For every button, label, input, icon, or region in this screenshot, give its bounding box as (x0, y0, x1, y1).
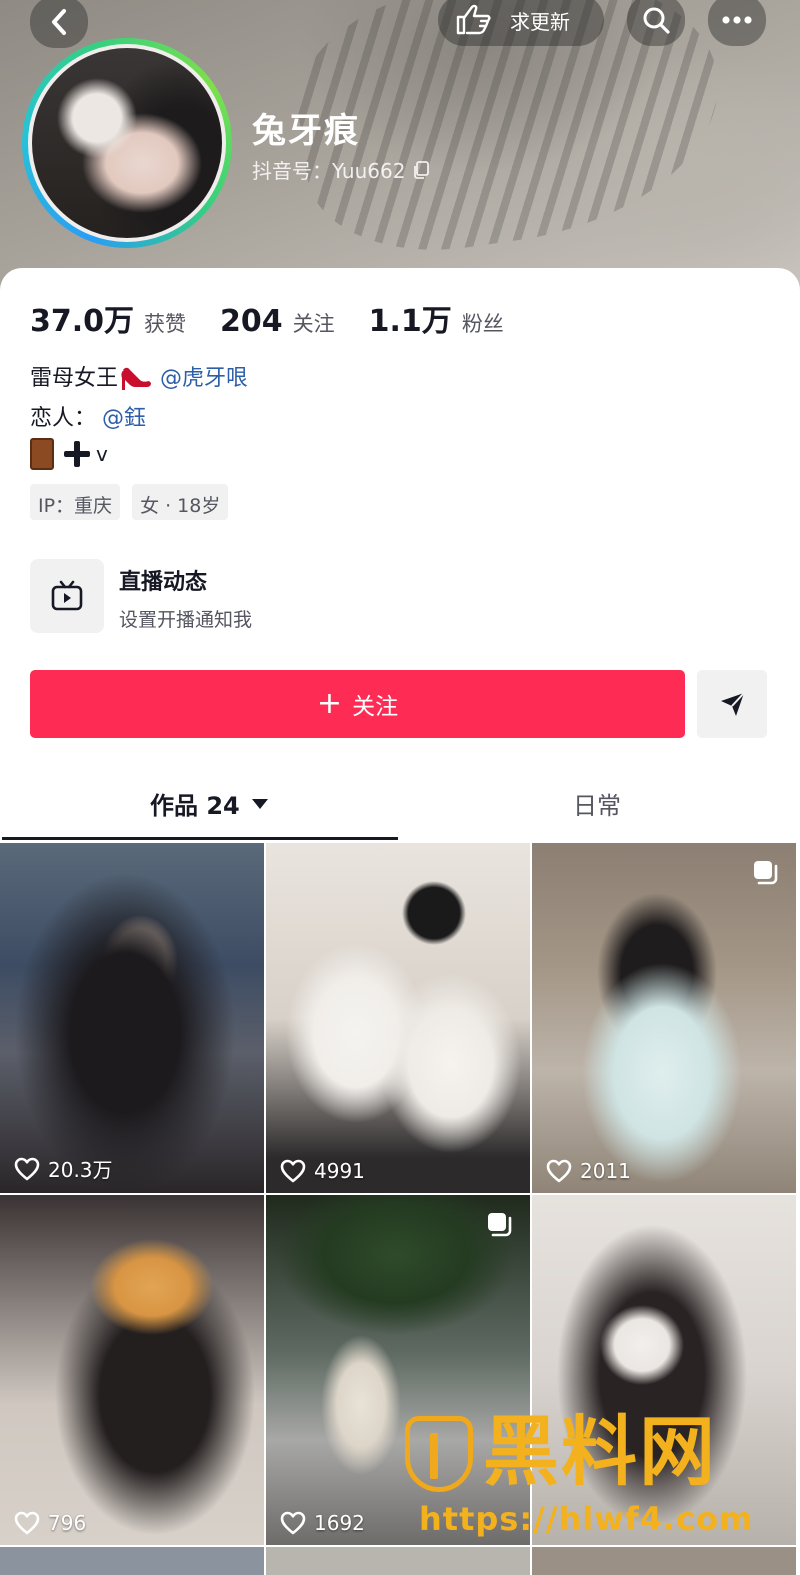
video-tile[interactable]: 2011 (532, 843, 796, 1193)
watermark-url: https://hlwf4.com (419, 1500, 754, 1538)
tab-active-indicator (2, 837, 398, 840)
bio-line-2-text: 恋人： (30, 406, 97, 431)
stat-following-value: 204 (220, 304, 283, 339)
profile-nickname: 兔牙痕 (252, 111, 360, 151)
bio-line-1-text: 雷母女王 (30, 366, 119, 391)
high-heel-icon (120, 362, 154, 390)
multi-image-icon (488, 1213, 512, 1237)
search-icon (643, 7, 670, 34)
video-likes: 1692 (280, 1511, 365, 1535)
gender-age-tag: 女 · 18岁 (132, 484, 229, 520)
watermark: 黑料网 https://hlwf4.com (405, 1408, 775, 1548)
avatar-image (28, 44, 226, 242)
stat-likes-label: 获赞 (144, 312, 187, 336)
video-likes-count: 4991 (314, 1159, 365, 1183)
bio-line-3: v (30, 438, 108, 470)
video-tile[interactable]: 796 (0, 1195, 264, 1545)
video-tile[interactable]: 20.3万 (0, 843, 264, 1193)
video-likes-count: 796 (48, 1511, 87, 1535)
more-button[interactable] (708, 0, 766, 46)
video-tile[interactable] (0, 1547, 264, 1575)
chevron-left-icon (52, 9, 66, 35)
bio-mention-link[interactable]: @虎牙哏 (160, 360, 248, 392)
plus-icon: + (316, 686, 343, 721)
follow-label: 关注 (352, 694, 399, 720)
bio-line-3-text: v (96, 442, 108, 466)
watermark-logo (405, 1416, 473, 1492)
stat-likes[interactable]: 37.0万 获赞 (30, 296, 186, 340)
video-likes-count: 2011 (580, 1159, 631, 1183)
stat-followers[interactable]: 1.1万 粉丝 (369, 296, 504, 340)
profile-stats: 37.0万 获赞 204 关注 1.1万 粉丝 (30, 296, 538, 340)
heart-icon (280, 1511, 306, 1535)
douyin-id: 抖音号：Yuu662 (252, 155, 431, 184)
stat-followers-value: 1.1万 (368, 304, 452, 339)
stat-following-label: 关注 (292, 312, 335, 336)
watermark-text: 黑料网 (483, 1407, 717, 1496)
stat-likes-value: 37.0万 (30, 304, 135, 339)
video-likes: 20.3万 (14, 1154, 113, 1183)
door-icon (30, 438, 54, 470)
video-tile[interactable] (532, 1547, 796, 1575)
follow-button[interactable]: + 关注 (30, 670, 685, 738)
bio-line-1: 雷母女王 @虎牙哏 (30, 360, 248, 392)
video-likes: 2011 (546, 1159, 631, 1183)
heart-icon (14, 1511, 40, 1535)
video-likes-count: 1692 (314, 1511, 365, 1535)
pointing-hand-icon (456, 4, 491, 35)
tab-works[interactable]: 作品 24 (150, 786, 268, 821)
send-icon (721, 692, 745, 716)
copy-icon[interactable] (411, 160, 431, 180)
stat-following[interactable]: 204 关注 (220, 304, 335, 339)
message-button[interactable] (697, 670, 767, 738)
bio-lover-mention-link[interactable]: @鈺 (102, 400, 146, 432)
heart-icon (546, 1159, 572, 1183)
content-tabs: 作品 24 日常 (0, 776, 800, 840)
tv-icon (51, 580, 83, 611)
bio-line-2: 恋人： @鈺 (30, 400, 146, 432)
heart-icon (14, 1157, 40, 1180)
more-dots-icon (722, 16, 752, 24)
video-likes: 4991 (280, 1159, 365, 1183)
profile-tags: IP：重庆 女 · 18岁 (30, 484, 229, 520)
back-button[interactable] (30, 0, 88, 48)
video-tile[interactable]: 4991 (266, 843, 530, 1193)
stat-followers-label: 粉丝 (461, 312, 504, 336)
video-likes: 796 (14, 1511, 86, 1535)
live-dynamic-button[interactable] (30, 559, 104, 633)
multi-image-icon (754, 861, 778, 885)
request-update-button[interactable]: 求更新 (438, 0, 604, 46)
search-button[interactable] (627, 0, 685, 46)
caret-down-icon (251, 798, 268, 809)
ip-location-tag: IP：重庆 (30, 484, 121, 520)
tab-daily[interactable]: 日常 (573, 786, 621, 821)
tab-works-label: 作品 24 (150, 792, 240, 820)
plus-icon (64, 441, 90, 467)
request-update-label: 求更新 (510, 9, 570, 34)
avatar[interactable] (22, 38, 232, 248)
douyin-id-text: 抖音号：Yuu662 (252, 159, 406, 183)
video-tile[interactable] (266, 1547, 530, 1575)
video-likes-count: 20.3万 (48, 1158, 113, 1182)
heart-icon (280, 1159, 306, 1183)
live-dynamic-title[interactable]: 直播动态 (119, 564, 207, 596)
live-dynamic-subtitle: 设置开播通知我 (119, 609, 253, 631)
